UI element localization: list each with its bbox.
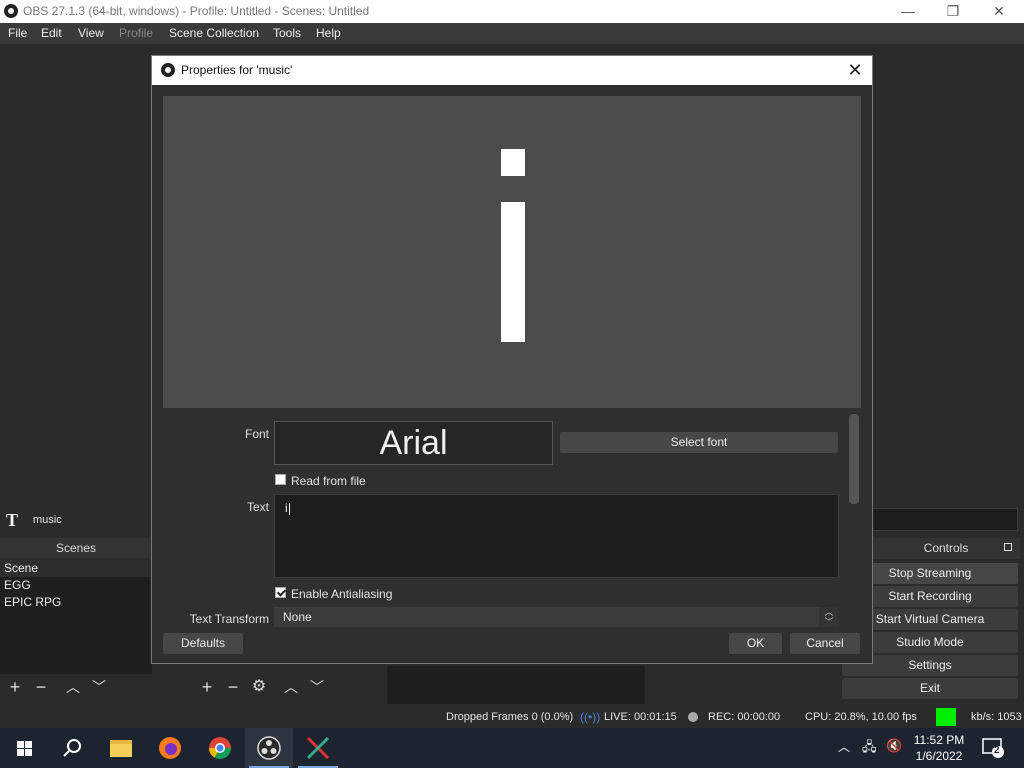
text-input-value: i <box>285 501 288 515</box>
notification-icon <box>982 738 1004 758</box>
preview-glyph-stem <box>501 202 525 342</box>
move-up-icon[interactable]: ︿ <box>62 676 84 698</box>
antialiasing-checkbox[interactable] <box>275 587 286 598</box>
text-transform-value: None <box>283 610 312 624</box>
properties-dialog: Properties for 'music' ✕ Font Arial Sele… <box>151 55 873 664</box>
status-bar: Dropped Frames 0 (0.0%) ((•)) LIVE: 00:0… <box>0 706 1024 728</box>
search-button[interactable] <box>48 728 96 768</box>
maximize-button[interactable]: ❐ <box>930 0 976 23</box>
dropped-frames: Dropped Frames 0 (0.0%) <box>446 711 574 723</box>
chrome-icon <box>209 737 231 759</box>
notification-count: 2 <box>994 745 1000 756</box>
network-icon[interactable]: 🖧 <box>862 738 877 760</box>
crossed-swords-icon <box>306 736 330 760</box>
move-down-icon[interactable]: ﹀ <box>88 676 110 698</box>
obs-icon <box>257 736 281 760</box>
source-toolbar: T music <box>0 506 152 535</box>
controls-dock-title: Controls <box>872 538 1020 559</box>
read-from-file-label[interactable]: Read from file <box>291 474 366 488</box>
scenes-list: Scene EGG EPIC RPG <box>0 560 152 674</box>
scene-item[interactable]: EPIC RPG <box>0 594 152 611</box>
close-window-button[interactable]: ✕ <box>976 0 1022 23</box>
window-titlebar: OBS 27.1.3 (64-bit, windows) - Profile: … <box>0 0 1024 23</box>
firefox-taskbar[interactable] <box>146 728 194 768</box>
notifications-button[interactable]: 2 <box>980 736 1006 760</box>
volume-muted-icon[interactable]: 🔇 <box>886 738 902 754</box>
windows-taskbar: ︿ 🖧 🔇 11:52 PM 1/6/2022 2 <box>0 728 1024 768</box>
firefox-icon <box>159 737 181 759</box>
menu-tools[interactable]: Tools <box>273 26 301 40</box>
text-transform-select[interactable]: None ︿ ﹀ <box>274 607 839 627</box>
windows-logo-icon <box>17 741 32 756</box>
minimize-button[interactable]: — <box>885 0 931 23</box>
gear-icon[interactable]: ⚙ <box>248 676 270 698</box>
spin-arrows-icon: ︿ ﹀ <box>819 607 839 627</box>
text-input[interactable]: i <box>274 494 839 578</box>
add-source-icon[interactable]: + <box>196 676 218 698</box>
obs-taskbar[interactable] <box>245 728 293 768</box>
live-broadcast-icon: ((•)) <box>580 710 601 724</box>
clock-time: 11:52 PM <box>913 733 965 747</box>
text-label: Text <box>246 500 269 514</box>
stream-health-indicator <box>936 708 956 726</box>
bitrate: kb/s: 1053 <box>971 711 1022 723</box>
text-transform-label: Text Transform <box>189 612 269 626</box>
select-font-button[interactable]: Select font <box>560 432 838 453</box>
move-down-icon[interactable]: ﹀ <box>306 676 328 698</box>
preview-glyph-dot <box>501 149 525 176</box>
scenes-dock-title: Scenes <box>0 538 152 558</box>
menu-help[interactable]: Help <box>316 26 341 40</box>
rec-time: REC: 00:00:00 <box>708 711 781 723</box>
show-hidden-icons[interactable]: ︿ <box>838 738 850 755</box>
start-button[interactable] <box>0 728 48 768</box>
font-preview: Arial <box>274 421 553 465</box>
close-icon[interactable]: ✕ <box>844 59 866 81</box>
cpu-usage: CPU: 20.8%, 10.00 fps <box>805 711 917 723</box>
defaults-button[interactable]: Defaults <box>163 633 243 654</box>
obs-logo-icon <box>161 63 175 77</box>
add-scene-icon[interactable]: + <box>4 676 26 698</box>
window-title: OBS 27.1.3 (64-bit, windows) - Profile: … <box>23 4 370 18</box>
source-name: music <box>33 514 62 526</box>
menu-profile[interactable]: Profile <box>119 26 153 40</box>
record-dot-icon <box>688 712 698 722</box>
menu-file[interactable]: File <box>8 26 27 40</box>
file-explorer-taskbar[interactable] <box>97 728 145 768</box>
ok-button[interactable]: OK <box>729 633 782 654</box>
float-dock-icon[interactable] <box>1004 543 1012 551</box>
move-up-icon[interactable]: ︿ <box>280 676 302 698</box>
taskbar-clock[interactable]: 11:52 PM 1/6/2022 <box>910 732 968 764</box>
game-taskbar[interactable] <box>294 728 342 768</box>
obs-logo-icon <box>4 4 18 18</box>
menu-bar: File Edit View Profile Scene Collection … <box>0 23 1024 44</box>
menu-edit[interactable]: Edit <box>41 26 62 40</box>
search-icon <box>63 739 81 757</box>
read-from-file-checkbox[interactable] <box>275 474 286 485</box>
scene-item[interactable]: EGG <box>0 577 152 594</box>
scenes-toolbar: + − ︿ ﹀ <box>0 674 190 702</box>
menu-view[interactable]: View <box>78 26 104 40</box>
live-time: LIVE: 00:01:15 <box>604 711 677 723</box>
antialiasing-label[interactable]: Enable Antialiasing <box>291 587 392 601</box>
text-source-icon: T <box>6 510 19 530</box>
clock-date: 1/6/2022 <box>915 749 963 763</box>
remove-scene-icon[interactable]: − <box>30 676 52 698</box>
chrome-taskbar[interactable] <box>196 728 244 768</box>
controls-title-label: Controls <box>923 541 969 555</box>
audio-mixer-panel <box>387 666 645 704</box>
exit-button[interactable]: Exit <box>842 678 1018 699</box>
source-preview <box>163 96 861 408</box>
scene-item[interactable]: Scene <box>0 560 152 577</box>
properties-panel: Font Arial Select font Read from file Te… <box>163 408 861 628</box>
properties-scrollbar[interactable] <box>849 414 859 504</box>
cancel-button[interactable]: Cancel <box>790 633 860 654</box>
menu-scene-collection[interactable]: Scene Collection <box>169 26 259 40</box>
sources-toolbar: + − ⚙ ︿ ﹀ <box>194 674 382 702</box>
dialog-title: Properties for 'music' <box>181 63 293 77</box>
folder-icon <box>110 740 132 757</box>
font-label: Font <box>244 427 269 441</box>
dialog-titlebar: Properties for 'music' ✕ <box>152 56 872 85</box>
transition-field[interactable] <box>872 508 1018 531</box>
remove-source-icon[interactable]: − <box>222 676 244 698</box>
